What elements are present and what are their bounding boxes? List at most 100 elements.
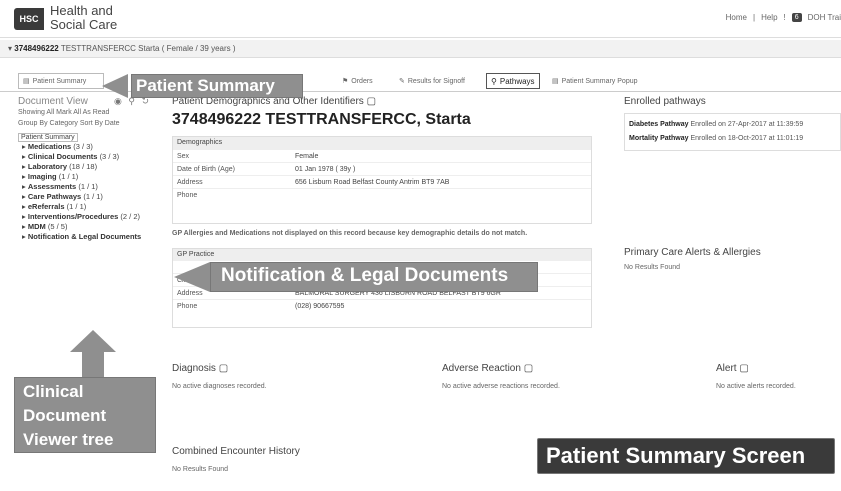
help-link[interactable]: Help: [761, 13, 777, 22]
app-header: HSC Health and Social Care Home | Help !…: [0, 0, 841, 38]
tree-item[interactable]: ▸ Assessments (1 / 1): [18, 182, 168, 192]
row-value: 01 Jan 1978 ( 39y ): [295, 165, 356, 173]
tree-item[interactable]: ▸ eReferrals (1 / 1): [18, 202, 168, 212]
tree-item[interactable]: ▸ Imaging (1 / 1): [18, 172, 168, 182]
tree-item-label: Care Pathways: [27, 192, 82, 201]
pathway-enrolled-text: Enrolled on 27-Apr-2017 at 11:39:59: [690, 121, 804, 128]
patient-banner: ▾ 3748496222 TESTTRANSFERCC Starta ( Fem…: [0, 40, 841, 58]
primary-care-alerts-title: Primary Care Alerts & Allergies: [624, 247, 761, 258]
info-icon[interactable]: ▢: [739, 363, 748, 374]
popup-icon: ▤: [552, 78, 559, 85]
right-column: Enrolled pathways Diabetes Pathway Enrol…: [624, 96, 841, 271]
primary-care-alerts-note: No Results Found: [624, 264, 681, 271]
callout-arrow-up-shaft: [82, 350, 104, 378]
enrolled-pathways-title: Enrolled pathways: [624, 96, 706, 107]
table-row: Sex Female: [173, 149, 591, 162]
callout-tree-line: Clinical: [23, 382, 84, 401]
callout-patient-summary-screen: Patient Summary Screen: [537, 438, 835, 474]
pathway-item[interactable]: Mortality Pathway Enrolled on 18-Oct-201…: [629, 132, 836, 146]
logo-line-2: Social Care: [50, 17, 118, 32]
tree-item-label: Assessments: [27, 182, 77, 191]
pathway-name: Mortality Pathway: [629, 135, 689, 142]
tab-patient-summary-label: Patient Summary: [32, 77, 87, 85]
diagnosis-title: Diagnosis ▢: [172, 363, 228, 374]
tab-orders-label: Orders: [351, 77, 373, 85]
tree-item[interactable]: ▸ Medications (3 / 3): [18, 142, 168, 152]
summary-icon: ▤: [23, 78, 30, 85]
tree-item[interactable]: ▸ Care Pathways (1 / 1): [18, 192, 168, 202]
table-row: Phone (028) 90667595: [173, 299, 591, 312]
tree-item-label: MDM: [27, 222, 46, 231]
tab-pathways[interactable]: ⚲ Pathways: [486, 73, 540, 89]
tab-patient-summary[interactable]: ▤ Patient Summary: [18, 73, 104, 89]
tab-pathways-label: Pathways: [499, 76, 535, 86]
tree-item-count: (3 / 3): [99, 152, 120, 161]
info-icon[interactable]: ▢: [524, 363, 533, 374]
row-key: Phone: [177, 191, 198, 199]
tree-item[interactable]: ▸ Laboratory (18 / 18): [18, 162, 168, 172]
tree-item-count: (1 / 1): [78, 182, 98, 191]
adverse-reaction-label: Adverse Reaction: [442, 363, 521, 374]
pathway-name: Diabetes Pathway: [629, 121, 689, 128]
encounter-history-title: Combined Encounter History: [172, 446, 300, 457]
tree-item-count: (18 / 18): [69, 162, 98, 171]
top-links: Home | Help ! 6 DOH Trai: [725, 13, 841, 22]
row-value: 656 Lisburn Road Belfast County Antrim B…: [295, 178, 450, 186]
tree-item-label: Clinical Documents: [27, 152, 98, 161]
tree-item-count: (1 / 1): [58, 172, 79, 181]
alert-title: Alert ▢: [716, 363, 749, 374]
diagnosis-label: Diagnosis: [172, 363, 216, 374]
tab-summary-popup[interactable]: ▤ Patient Summary Popup: [548, 73, 642, 89]
user-label[interactable]: DOH Trai: [808, 13, 841, 22]
tree-item-count: (3 / 3): [73, 142, 93, 151]
tree-item[interactable]: ▸ Interventions/Procedures (2 / 2): [18, 212, 168, 222]
tree-item-count: (1 / 1): [83, 192, 103, 201]
pathways-icon: ⚲: [491, 76, 497, 86]
adverse-reaction-note: No active adverse reactions recorded.: [442, 383, 560, 390]
callout-arrow-notification: [174, 262, 210, 292]
pathway-item[interactable]: Diabetes Pathway Enrolled on 27-Apr-2017…: [629, 118, 836, 132]
tree-item[interactable]: ▸ Clinical Documents (3 / 3): [18, 152, 168, 162]
tree-item-label: Imaging: [27, 172, 57, 181]
main-content: Patient Demographics and Other Identifie…: [172, 96, 602, 328]
info-icon[interactable]: ▢: [219, 363, 228, 374]
row-value: (028) 90667595: [295, 302, 345, 310]
document-tree: Document View ◉ ⚲ ↻ Showing All Mark All…: [18, 96, 168, 242]
info-icon[interactable]: ▢: [367, 96, 376, 107]
tree-item[interactable]: ▸ MDM (5 / 5): [18, 222, 168, 232]
row-key: Sex: [177, 152, 190, 160]
enrolled-pathways-box: Diabetes Pathway Enrolled on 27-Apr-2017…: [624, 113, 841, 151]
table-row: Date of Birth (Age) 01 Jan 1978 ( 39y ): [173, 162, 591, 175]
pen-icon: ✎: [399, 78, 405, 85]
tree-root[interactable]: Patient Summary: [18, 133, 78, 142]
row-key: Date of Birth (Age): [177, 165, 235, 173]
callout-arrow-up-head: [70, 330, 116, 352]
tree-item-count: (1 / 1): [66, 202, 87, 211]
logo-line-1: Health and: [50, 3, 113, 18]
patient-text: TESTTRANSFERCC Starta: [60, 44, 160, 53]
notification-badge[interactable]: 6: [791, 13, 802, 22]
tree-group-line[interactable]: Group By Category Sort By Date: [18, 119, 168, 129]
tree-item-label: Medications: [27, 142, 72, 151]
table-row: Address 656 Lisburn Road Belfast County A…: [173, 175, 591, 188]
notification-icon[interactable]: !: [784, 13, 786, 22]
adverse-reaction-title: Adverse Reaction ▢: [442, 363, 533, 374]
tree-item-count: (2 / 2): [120, 212, 140, 221]
patient-details: ( Female / 39 years ): [161, 44, 236, 53]
tree-item-label: Interventions/Procedures: [27, 212, 119, 221]
orders-icon: ⚑: [342, 78, 349, 85]
tree-item[interactable]: ▸ Notification & Legal Documents: [18, 232, 168, 242]
tab-summary-popup-label: Patient Summary Popup: [561, 77, 638, 85]
gp-practice-header: GP Practice: [173, 249, 591, 261]
demographics-table: Demographics Sex Female Date of Birth (Age…: [172, 136, 592, 224]
home-link[interactable]: Home: [726, 13, 747, 22]
logo-text: Health and Social Care: [50, 4, 117, 32]
alert-label: Alert: [716, 363, 737, 374]
callout-tree-line: Document: [23, 406, 107, 425]
callout-document-tree: Clinical Document Viewer tree: [14, 377, 156, 453]
row-key: Phone: [177, 302, 198, 310]
tab-results-signoff-label: Results for Signoff: [407, 77, 465, 85]
tab-orders[interactable]: ⚑ Orders: [338, 73, 377, 89]
tab-results-signoff[interactable]: ✎ Results for Signoff: [395, 73, 469, 89]
tree-item-label: Laboratory: [27, 162, 68, 171]
